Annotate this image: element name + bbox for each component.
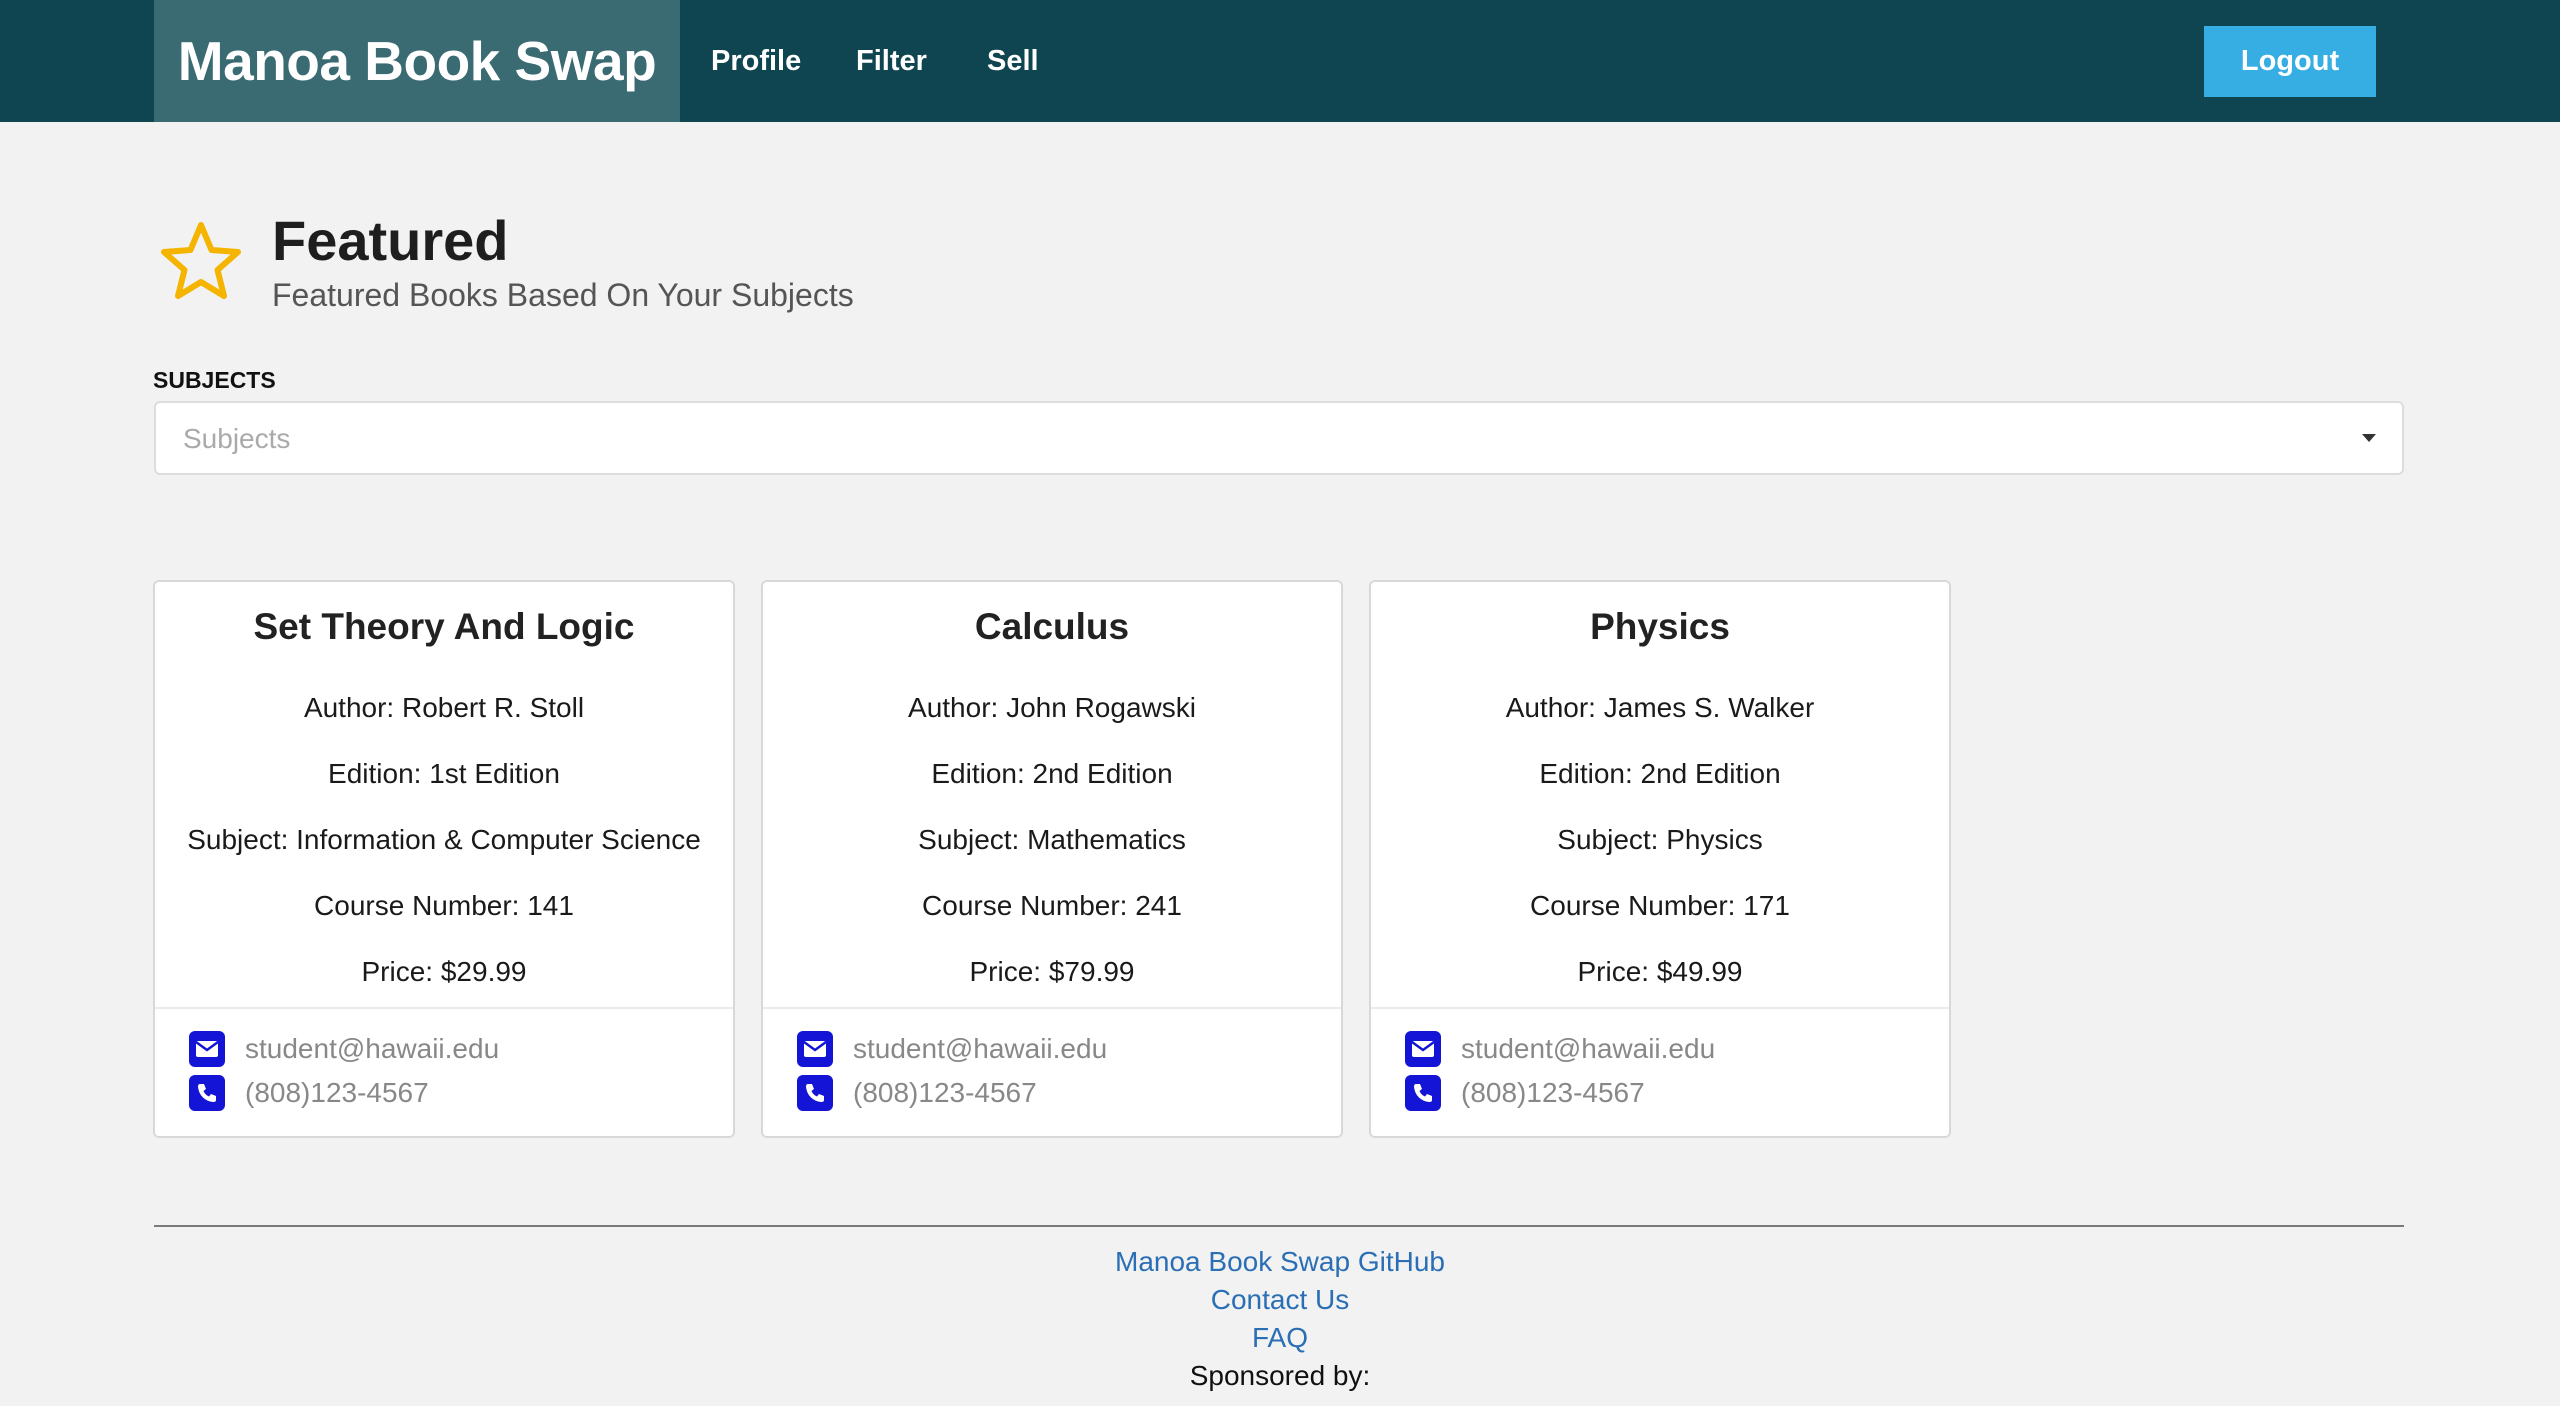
nav-sell[interactable]: Sell (987, 0, 1039, 122)
card-author: Author: James S. Walker (1505, 692, 1815, 723)
card-subject: Subject: Mathematics (918, 824, 1186, 855)
contact-phone: (808)123-4567 (1461, 1077, 1645, 1108)
email-row[interactable]: student@hawaii.edu (1405, 1029, 1715, 1069)
page-subtitle: Featured Books Based On Your Subjects (272, 277, 854, 313)
book-card[interactable]: Set Theory And Logic Author: Robert R. S… (153, 580, 735, 1138)
nav-filter[interactable]: Filter (856, 0, 927, 122)
sponsored-by-text: Sponsored by: (1189, 1360, 1371, 1391)
contact-phone: (808)123-4567 (853, 1077, 1037, 1108)
card-course: Course Number: 171 (1530, 890, 1790, 921)
contact-phone: (808)123-4567 (245, 1077, 429, 1108)
card-subject: Subject: Physics (1557, 824, 1763, 855)
phone-row[interactable]: (808)123-4567 (189, 1073, 429, 1113)
card-body: Set Theory And Logic Author: Robert R. S… (155, 582, 733, 1007)
card-edition: Edition: 2nd Edition (1539, 758, 1781, 789)
star-icon (161, 222, 241, 299)
card-subject: Subject: Information & Computer Science (187, 824, 701, 855)
email-row[interactable]: student@hawaii.edu (189, 1029, 499, 1069)
card-author: Author: John Rogawski (908, 692, 1196, 723)
caret-down-icon (2362, 434, 2376, 442)
email-row[interactable]: student@hawaii.edu (797, 1029, 1107, 1069)
card-contact: student@hawaii.edu (808)123-4567 (1371, 1007, 1949, 1136)
footer-divider (154, 1225, 2404, 1227)
card-price: Price: $79.99 (969, 956, 1135, 987)
card-title: Set Theory And Logic (253, 606, 635, 647)
card-author: Author: Robert R. Stoll (303, 692, 585, 723)
card-title: Physics (1590, 606, 1730, 647)
phone-row[interactable]: (808)123-4567 (1405, 1073, 1645, 1113)
contact-email: student@hawaii.edu (1461, 1033, 1716, 1064)
card-price: Price: $49.99 (1577, 956, 1743, 987)
navbar: Manoa Book Swap Profile Filter Sell Logo… (0, 0, 2560, 122)
brand-logo[interactable]: Manoa Book Swap (154, 0, 680, 122)
card-contact: student@hawaii.edu (808)123-4567 (763, 1007, 1341, 1136)
card-course: Course Number: 141 (314, 890, 574, 921)
page-title: Featured (272, 209, 509, 272)
card-body: Calculus Author: John Rogawski Edition: … (763, 582, 1341, 1007)
card-price: Price: $29.99 (361, 956, 527, 987)
card-course: Course Number: 241 (922, 890, 1182, 921)
contact-email: student@hawaii.edu (245, 1033, 500, 1064)
phone-icon (797, 1075, 833, 1111)
envelope-icon (1405, 1031, 1441, 1067)
contact-us-link[interactable]: Contact Us (0, 1284, 2560, 1316)
card-title: Calculus (974, 606, 1130, 647)
subjects-placeholder: Subjects (183, 423, 291, 454)
card-body: Physics Author: James S. Walker Edition:… (1371, 582, 1949, 1007)
subjects-label: SUBJECTS (153, 367, 276, 393)
phone-icon (189, 1075, 225, 1111)
book-card[interactable]: Physics Author: James S. Walker Edition:… (1369, 580, 1951, 1138)
envelope-icon (797, 1031, 833, 1067)
subjects-dropdown[interactable]: Subjects (154, 401, 2404, 475)
phone-row[interactable]: (808)123-4567 (797, 1073, 1037, 1113)
faq-link[interactable]: FAQ (0, 1322, 2560, 1354)
book-card[interactable]: Calculus Author: John Rogawski Edition: … (761, 580, 1343, 1138)
card-contact: student@hawaii.edu (808)123-4567 (155, 1007, 733, 1136)
card-edition: Edition: 2nd Edition (931, 758, 1173, 789)
logout-button[interactable]: Logout (2204, 26, 2376, 97)
nav-profile[interactable]: Profile (711, 0, 801, 122)
phone-icon (1405, 1075, 1441, 1111)
envelope-icon (189, 1031, 225, 1067)
card-edition: Edition: 1st Edition (328, 758, 560, 789)
contact-email: student@hawaii.edu (853, 1033, 1108, 1064)
github-link[interactable]: Manoa Book Swap GitHub (0, 1246, 2560, 1278)
